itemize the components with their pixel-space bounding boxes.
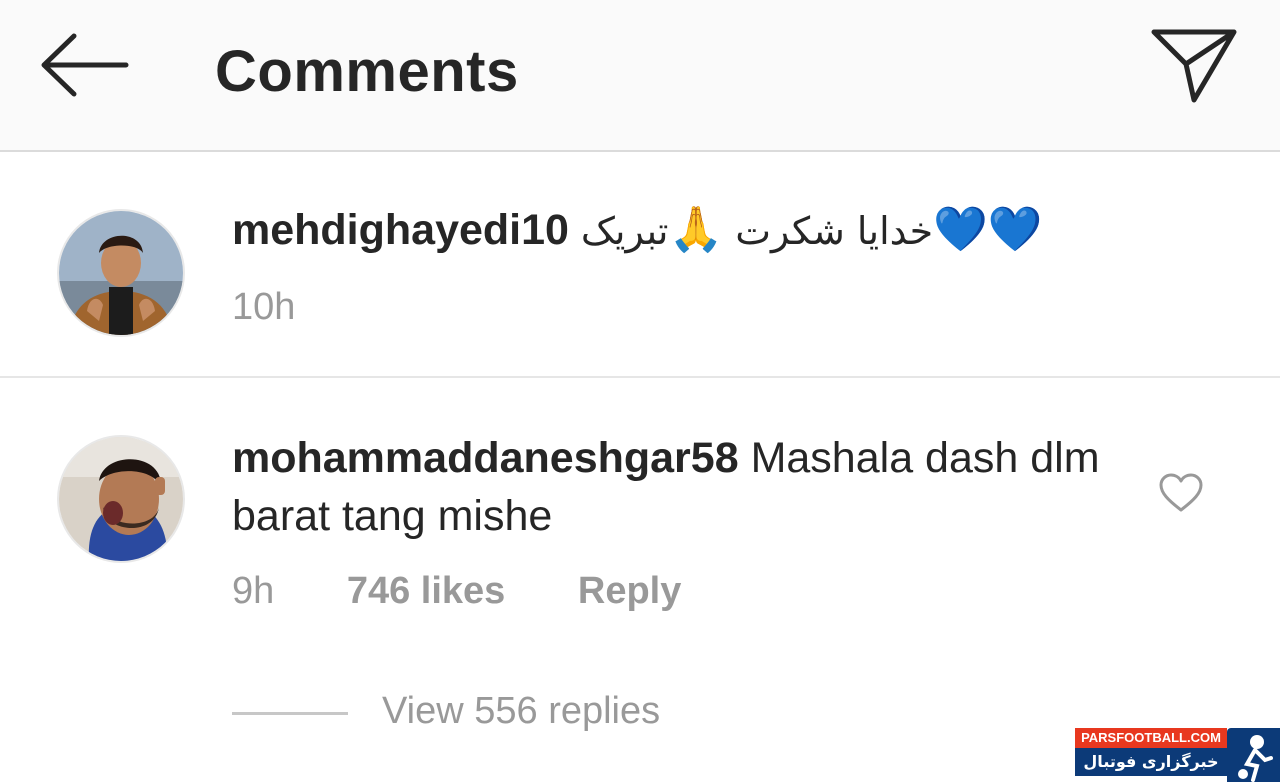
watermark-tagline: خبرگزاری فوتبال ایران [1075, 748, 1227, 782]
timestamp: 10h [232, 286, 296, 328]
comment-item: mohammaddaneshgar58 Mashala dash dlm bar… [0, 380, 1280, 782]
avatar[interactable] [57, 435, 185, 563]
comment-text: mehdighayedi10 خدایا شکرت 🙏تبریک 💙💙 [232, 201, 1043, 260]
divider-line [232, 712, 348, 715]
top-bar: Comments [0, 0, 1280, 152]
arrow-left-icon [41, 33, 129, 97]
paper-plane-icon [1151, 29, 1237, 103]
comment-meta: 9h 746 likes Reply [232, 570, 743, 613]
watermark-site: PARSFOOTBALL.COM [1075, 728, 1227, 748]
like-button[interactable] [1158, 472, 1204, 514]
comment-meta: 10h [232, 286, 357, 329]
likes-count[interactable]: 746 likes [347, 570, 505, 612]
share-button[interactable] [1148, 24, 1240, 108]
avatar[interactable] [57, 209, 185, 337]
comment-text: mohammaddaneshgar58 Mashala dash dlm bar… [232, 429, 1132, 545]
comment-item: mehdighayedi10 خدایا شکرت 🙏تبریک 💙💙 10h [0, 154, 1280, 378]
praying-hands-icon: 🙏 [668, 205, 724, 254]
reply-button[interactable]: Reply [578, 570, 681, 612]
username[interactable]: mehdighayedi10 [232, 206, 569, 254]
page-title: Comments [215, 39, 519, 104]
username[interactable]: mohammaddaneshgar58 [232, 434, 739, 482]
comment-body-text-2: تبریک [580, 209, 669, 253]
watermark-logo-icon [1227, 728, 1280, 782]
blue-hearts-icon: 💙💙 [933, 204, 1043, 255]
back-button[interactable] [38, 30, 130, 100]
heart-outline-icon [1159, 473, 1203, 512]
view-replies-label: View 556 replies [382, 690, 661, 732]
comment-body-text: خدایا شکرت [735, 209, 934, 253]
watermark: PARSFOOTBALL.COM خبرگزاری فوتبال ایران [1075, 728, 1280, 782]
timestamp: 9h [232, 570, 275, 612]
